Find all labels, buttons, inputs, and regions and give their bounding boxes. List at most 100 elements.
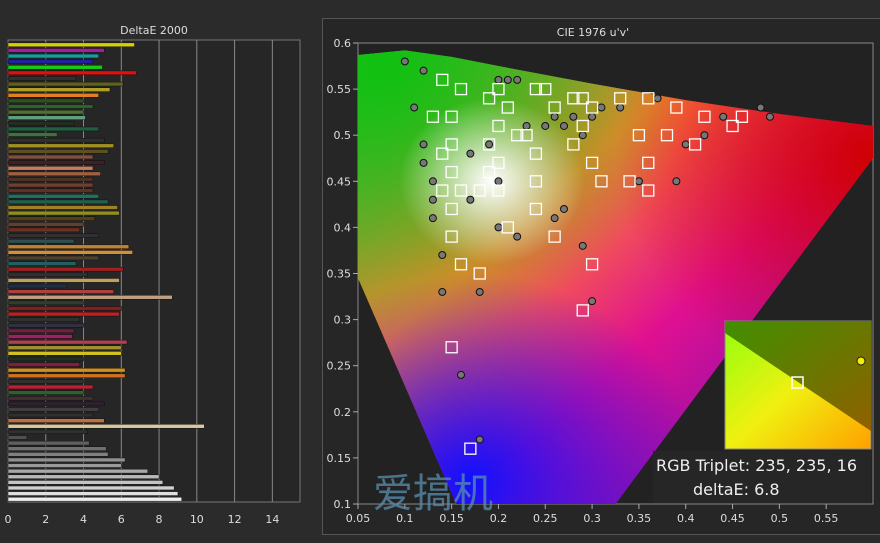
measured-point [419,158,428,167]
measured-point [485,140,494,149]
bar [7,160,105,165]
bar [7,227,81,233]
bar [7,244,130,249]
bar [7,418,105,423]
measured-point [419,140,428,149]
bar [7,317,81,322]
measured-point [560,204,568,213]
y-tick-label: 0.15 [327,452,352,465]
x-tick-label: 10 [190,513,204,526]
measured-point [466,149,475,158]
bar [7,109,84,115]
bar [7,42,135,48]
x-tick-label: 0.3 [583,512,601,525]
bar [7,121,75,126]
measured-point [578,131,587,140]
measured-point [578,241,587,250]
measured-marker [856,356,866,366]
bar [7,143,114,148]
y-tick-label: 0.2 [334,406,352,419]
bar [7,480,164,485]
bar [7,199,109,205]
x-tick-label: 4 [80,513,87,526]
measured-point [494,75,503,84]
bar [7,452,109,457]
x-tick-label: 14 [265,513,279,526]
bar [7,351,122,356]
measured-point [597,103,606,112]
bar [7,424,205,429]
bar [7,53,99,59]
x-tick-label: 12 [228,513,242,526]
y-tick-label: 0.6 [334,37,352,50]
bar [7,396,94,401]
measured-point [681,140,690,149]
measured-point [541,121,550,130]
bar [7,407,99,412]
measured-point [616,103,625,112]
bar [7,216,96,221]
bar [7,59,94,64]
measured-point [475,435,484,444]
measured-point [719,112,728,121]
bar [7,194,99,199]
measured-point [438,251,447,260]
bar [7,278,120,283]
bar [7,362,81,367]
bar [7,266,124,272]
bar [7,166,94,171]
measured-point [588,297,597,306]
measured-point [756,103,765,112]
measured-point [419,66,428,75]
y-tick-label: 0.1 [334,498,352,511]
bar [7,491,179,496]
bar [7,87,111,92]
deltae-label: deltaE: 6.8 [693,480,780,499]
bar [7,412,94,418]
deltae-chart: DeltaE 2000 0 2 4 6 8 10 12 14 [5,24,301,526]
bar [7,250,133,255]
measured-point [410,103,419,112]
y-tick-label: 0.35 [327,268,352,281]
bar [7,384,94,390]
bar [7,210,120,216]
bar [7,126,99,132]
x-tick-label: 2 [42,513,49,526]
bar [7,334,73,339]
bar [7,306,122,311]
y-tick-label: 0.55 [327,83,352,96]
bar [7,115,86,120]
measured-point [700,131,709,140]
bar [7,171,101,177]
bar [7,93,99,98]
bar [7,496,182,502]
bar [7,154,94,160]
bar [7,76,77,81]
measured-point [428,195,437,204]
bar [7,446,107,451]
x-tick-label: 0 [5,513,12,526]
bar [7,233,99,238]
measured-point [466,195,475,204]
measured-point [428,214,437,223]
bar [7,345,122,350]
measured-point [522,121,531,130]
measured-point [438,287,447,296]
measured-point [550,214,559,223]
bar [7,177,94,182]
x-tick-label: 0.4 [677,512,695,525]
measured-point [494,223,503,232]
bar [7,373,126,378]
bar [7,289,114,294]
bar [7,188,94,193]
measured-point [428,177,437,186]
bar [7,205,118,210]
measured-point [588,112,597,121]
x-tick-label: 8 [156,513,163,526]
y-tick-label: 0.25 [327,360,352,373]
bar [7,182,94,188]
bar [7,311,120,317]
measured-point [672,177,681,186]
bar [7,323,84,328]
bar [7,435,28,440]
